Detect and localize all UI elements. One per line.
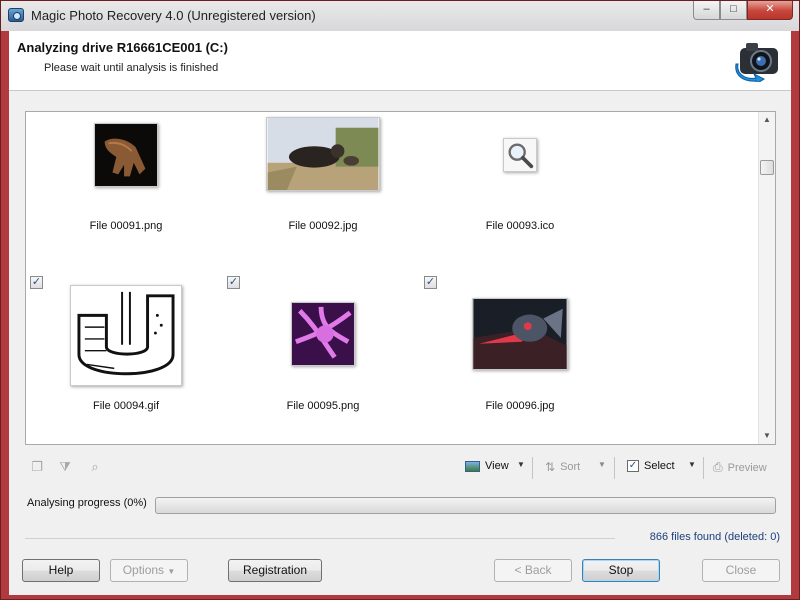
file-name: File 00096.jpg [485, 400, 555, 412]
close-button[interactable]: Close [702, 559, 780, 582]
close-window-button[interactable]: ✕ [747, 1, 793, 20]
app-icon[interactable] [8, 8, 24, 22]
options-button[interactable]: Options ▼ [110, 559, 188, 582]
select-checkbox-icon: ✓ [627, 460, 639, 472]
camera-recovery-icon [735, 43, 778, 82]
file-thumbnail-grid[interactable]: File 00091.png File 00092.jpg File 00093… [25, 111, 776, 445]
view-dropdown-arrow[interactable]: ▼ [517, 460, 525, 469]
view-icon [465, 460, 480, 472]
registration-button[interactable]: Registration [228, 559, 322, 582]
files-found-status: 866 files found (deleted: 0) [649, 531, 780, 543]
app-window: Magic Photo Recovery 4.0 (Unregistered v… [0, 0, 800, 600]
file-item-00094[interactable]: File 00094.gif [36, 282, 216, 432]
window-title: Magic Photo Recovery 4.0 (Unregistered v… [31, 8, 316, 23]
select-label: Select [644, 460, 675, 472]
file-item-00096[interactable]: File 00096.jpg [430, 282, 610, 432]
toolbar-separator [703, 457, 704, 479]
preview-button[interactable]: ⎙ Preview [713, 460, 767, 475]
file-thumbnail[interactable] [266, 117, 380, 191]
page-title: Analyzing drive R16661CE001 (C:) [17, 40, 228, 55]
divider [25, 538, 615, 539]
scroll-up-arrow[interactable]: ▲ [759, 112, 775, 128]
preview-label: Preview [727, 461, 767, 474]
vertical-scrollbar[interactable]: ▲ ▼ [758, 112, 775, 444]
view-button[interactable]: View [465, 460, 509, 472]
file-thumbnail[interactable] [291, 302, 355, 366]
find-icon[interactable]: ⌕ [87, 459, 103, 475]
file-name: File 00091.png [89, 220, 163, 232]
file-thumbnail[interactable] [94, 123, 158, 187]
options-label: Options [122, 563, 165, 577]
preview-icon: ⎙ [713, 460, 723, 474]
file-name: File 00092.jpg [288, 220, 358, 232]
stop-button[interactable]: Stop [582, 559, 660, 582]
toolbar-separator [614, 457, 615, 479]
file-name: File 00094.gif [92, 400, 160, 412]
help-button[interactable]: Help [22, 559, 100, 582]
file-thumbnail[interactable] [70, 285, 182, 386]
back-button[interactable]: < Back [494, 559, 572, 582]
sort-dropdown-arrow[interactable]: ▼ [598, 460, 606, 469]
chevron-down-icon: ▼ [167, 567, 176, 576]
file-name: File 00093.ico [485, 220, 555, 232]
sort-button[interactable]: ⇅ Sort [545, 460, 580, 474]
filter-icon[interactable]: ⧩ [57, 459, 73, 475]
toolbar-separator [532, 457, 533, 479]
window-controls: – □ ✕ [693, 1, 793, 20]
analysis-progress-bar [155, 497, 776, 514]
maximize-button[interactable]: □ [720, 1, 747, 20]
minimize-button[interactable]: – [693, 1, 720, 20]
progress-label: Analysing progress (0%) [27, 497, 147, 509]
sort-icon: ⇅ [545, 460, 556, 474]
scroll-thumb[interactable] [760, 160, 774, 175]
title-bar[interactable]: Magic Photo Recovery 4.0 (Unregistered v… [1, 1, 799, 31]
file-name: File 00095.png [286, 400, 360, 412]
file-item-00095[interactable]: File 00095.png [233, 282, 413, 432]
view-toolbar: ❐ ⧩ ⌕ View ▼ ⇅ Sort ▼ ✓ Select ▼ ⎙ Previ… [25, 456, 776, 480]
client-area: Analyzing drive R16661CE001 (C:) Please … [9, 31, 791, 595]
select-button[interactable]: ✓ Select [627, 460, 675, 472]
view-label: View [485, 460, 509, 472]
file-item-00091[interactable]: File 00091.png [36, 114, 216, 264]
page-subtitle: Please wait until analysis is finished [44, 62, 219, 74]
wizard-header: Analyzing drive R16661CE001 (C:) Please … [9, 31, 791, 91]
file-item-00093[interactable]: File 00093.ico [430, 114, 610, 264]
scroll-down-arrow[interactable]: ▼ [759, 428, 775, 444]
copy-icon[interactable]: ❐ [29, 459, 45, 475]
select-dropdown-arrow[interactable]: ▼ [688, 460, 696, 469]
file-thumbnail[interactable] [472, 298, 568, 370]
magnifier-icon[interactable] [503, 138, 537, 172]
sort-label: Sort [560, 461, 581, 473]
file-item-00092[interactable]: File 00092.jpg [233, 114, 413, 264]
